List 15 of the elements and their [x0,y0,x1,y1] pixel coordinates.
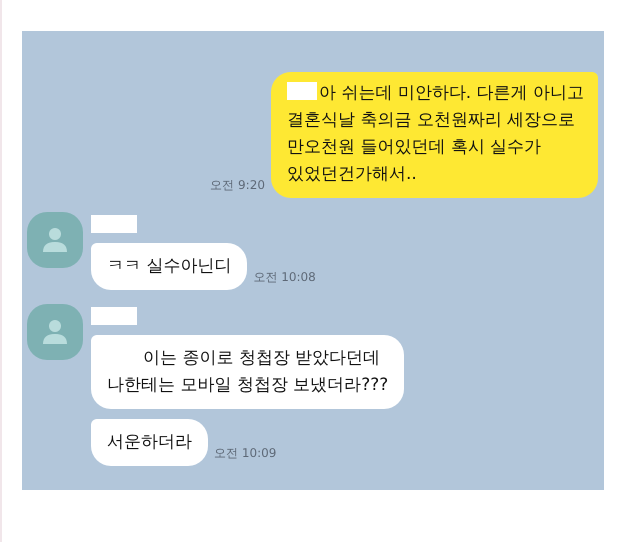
name-redaction [91,215,137,233]
message-text: 나한테는 모바일 청첩장 보냈더라??? [107,374,388,397]
timestamp: 오전 9:20 [210,177,265,194]
message-text: 있었던건가해서.. [286,163,418,186]
message-text: 만오천원 들어있던데 혹시 실수가 [286,136,542,159]
name-redaction [91,307,137,325]
avatar-icon[interactable] [27,304,83,360]
message-text: ㅋㅋ 실수아닌디 [107,255,232,278]
timestamp: 오전 10:09 [214,445,276,462]
message-text: 서운하더라 [107,431,192,454]
timestamp: 오전 10:08 [253,269,316,286]
message-text: 이는 종이로 청첩장 받았다던데 [142,347,382,370]
message-text: 결혼식날 축의금 오천원짜리 세장으로 [286,109,576,132]
message-text: 아 쉬는데 미안하다. 다른게 아니고 [286,80,584,107]
avatar-icon[interactable] [27,212,83,268]
